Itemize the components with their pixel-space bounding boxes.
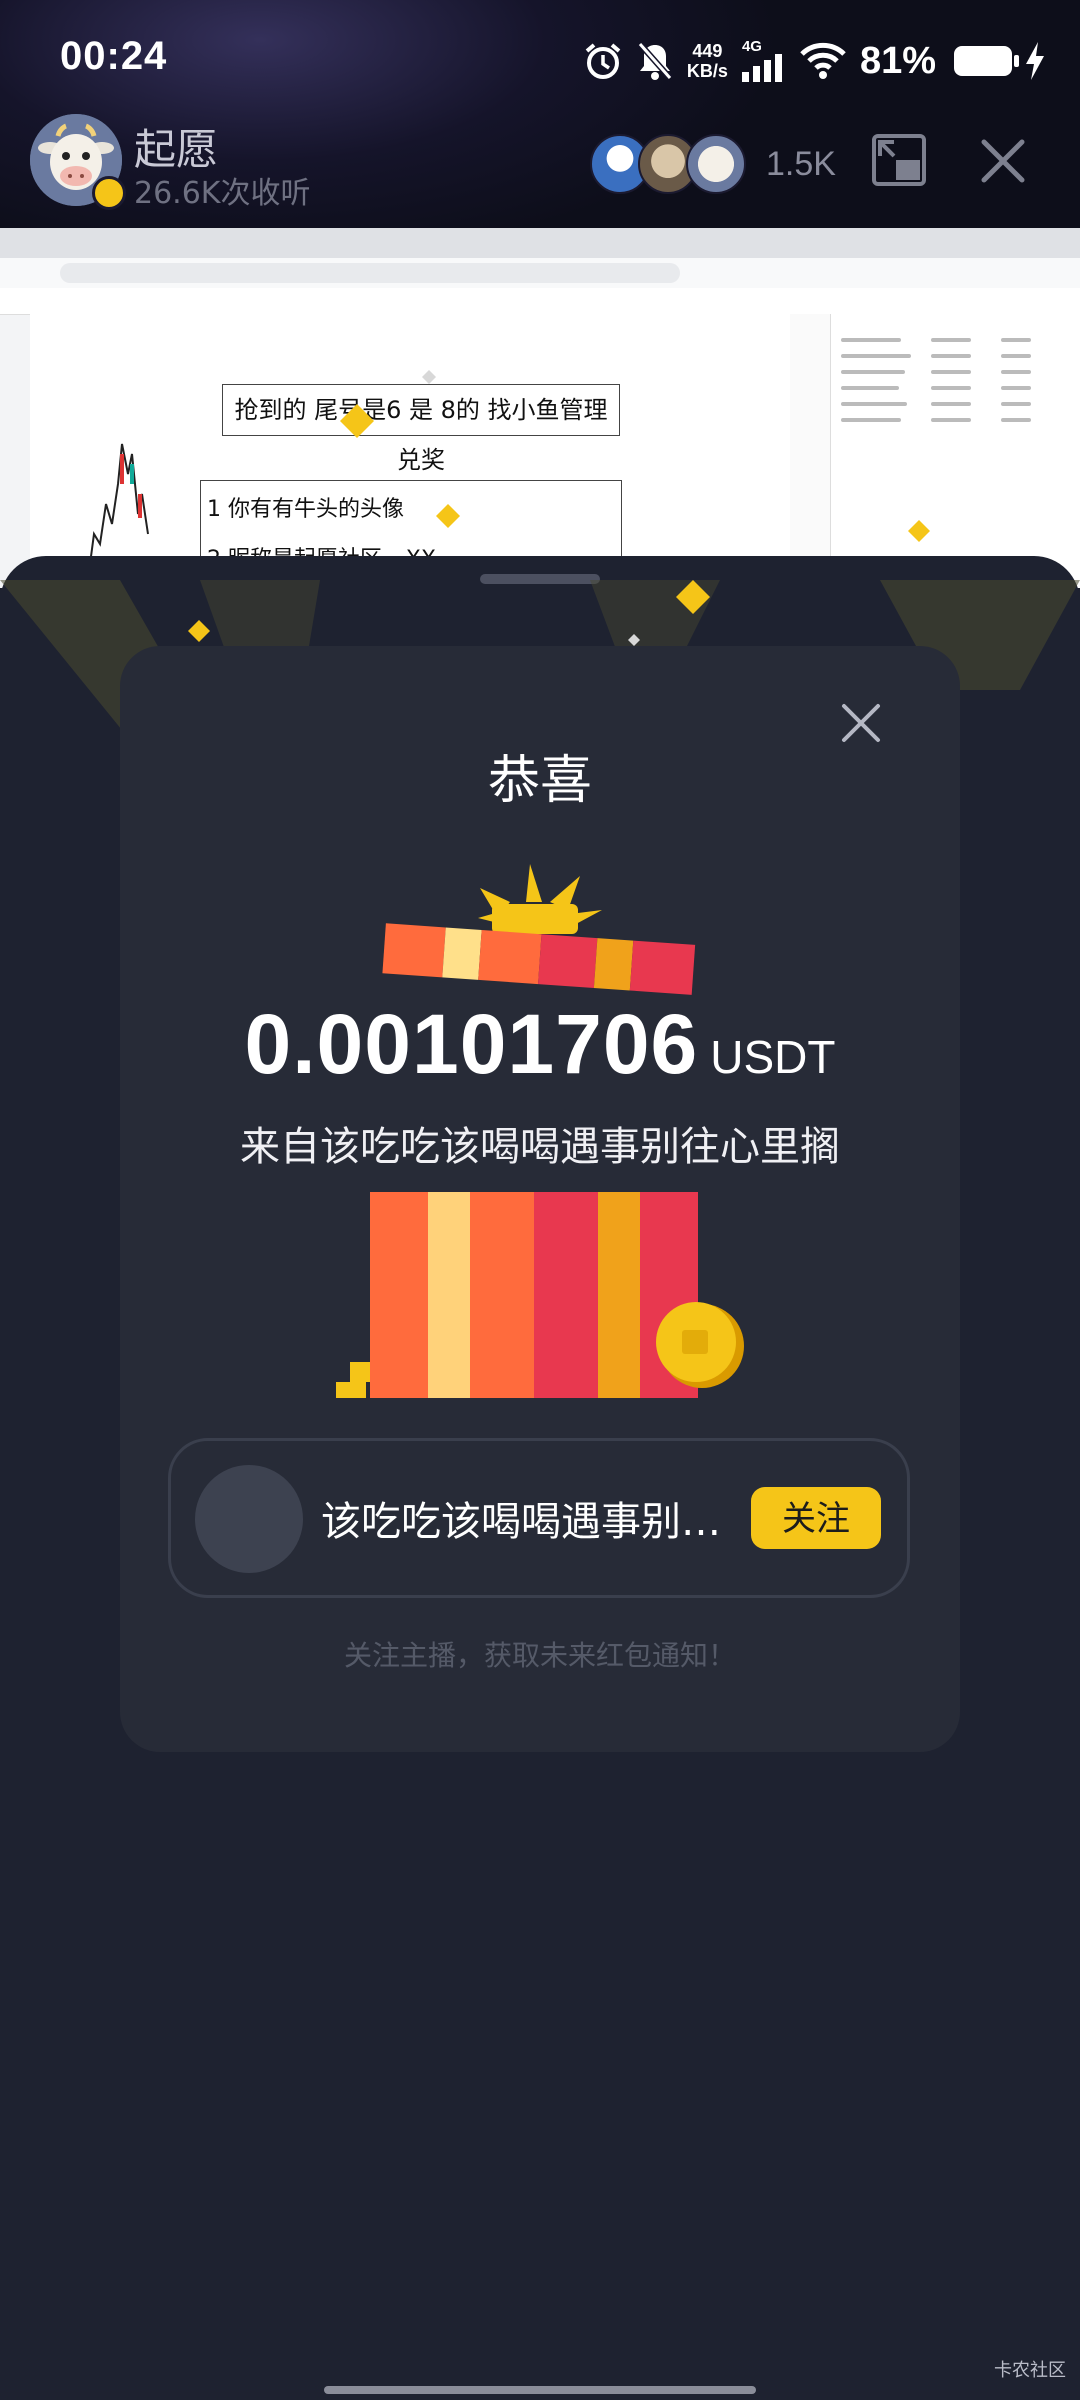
battery-icon [954,46,1019,76]
follow-hint: 关注主播，获取未来红包通知！ [343,1639,736,1672]
sparkle-icon [436,504,460,528]
watchlist-panel [830,314,1080,588]
minimize-button[interactable] [870,130,930,190]
sparkle-icon [188,620,210,642]
price-axis [790,314,830,588]
watermark-text: 卡农社区 [994,2360,1066,2381]
sender-message: 来自该吃吃该喝喝遇事别往心里搁 [240,1124,840,1170]
sheet-drag-handle[interactable] [480,574,600,584]
wifi-icon [800,42,846,80]
mute-notifications-icon [637,41,673,81]
sender-avatar[interactable] [195,1465,303,1573]
shared-notice-text: 抢到的 尾号是6 是 8的 找小鱼管理兑奖 [222,384,620,474]
gift-lid-icon [382,864,696,995]
cellular-signal: 4G [741,38,786,82]
close-room-button[interactable] [976,134,1030,188]
red-packet-result-dialog: 恭喜 0.00101706 USDT 来自该吃吃该喝喝遇事别往心里搁 该吃吃该喝… [120,646,960,1752]
viewer-avatar [686,134,746,194]
live-room-header: 起愿 26.6K次收听 1.5K [0,110,1080,220]
sparkle-icon [676,580,710,614]
sender-follow-card: 该吃吃该喝喝遇事别… 关注 [168,1438,910,1598]
dialog-title: 恭喜 [487,751,592,811]
battery-percent: 81% [859,39,936,82]
charging-icon [1026,42,1044,80]
status-time: 00:24 [60,34,168,78]
gift-box-icon [336,1192,744,1398]
sender-name[interactable]: 该吃吃该喝喝遇事别… [321,1489,741,1547]
host-avatar[interactable] [30,114,126,210]
verified-badge-icon [92,176,126,210]
sparkle-icon [422,370,436,384]
picture-in-picture-icon [872,134,926,186]
status-bar: 00:24 449 KB/s 4G 81% [0,0,1080,120]
network-type: 4G [741,38,762,55]
browser-url-bar [0,258,1080,289]
network-speed: 449 KB/s [687,41,728,81]
chart-toolbar [0,288,1080,315]
status-icons: 449 KB/s 4G 81% [583,36,1044,86]
alarm-icon [583,41,623,81]
sparkle-icon [908,520,930,542]
viewer-count: 1.5K [766,144,836,183]
shared-rule-1: 1 你有有牛头的头像 [207,497,404,522]
signal-bars-icon [741,54,782,82]
home-indicator[interactable] [324,2386,756,2394]
audience-list[interactable]: 1.5K [590,134,836,194]
sparkle-icon [628,634,640,646]
host-listen-count: 26.6K次收听 [134,176,311,211]
browser-tab-bar [0,228,1080,258]
amount-value: 0.00101706 [244,997,699,1091]
close-icon [981,139,1025,183]
amount-row: 0.00101706 USDT [120,996,960,1093]
follow-button[interactable]: 关注 [751,1487,881,1549]
network-speed-value: 449 [692,41,723,61]
candlestick-icon [89,443,149,565]
amount-currency: USDT [710,1031,836,1083]
network-speed-unit: KB/s [686,61,728,81]
sparkle-icon [340,404,374,438]
